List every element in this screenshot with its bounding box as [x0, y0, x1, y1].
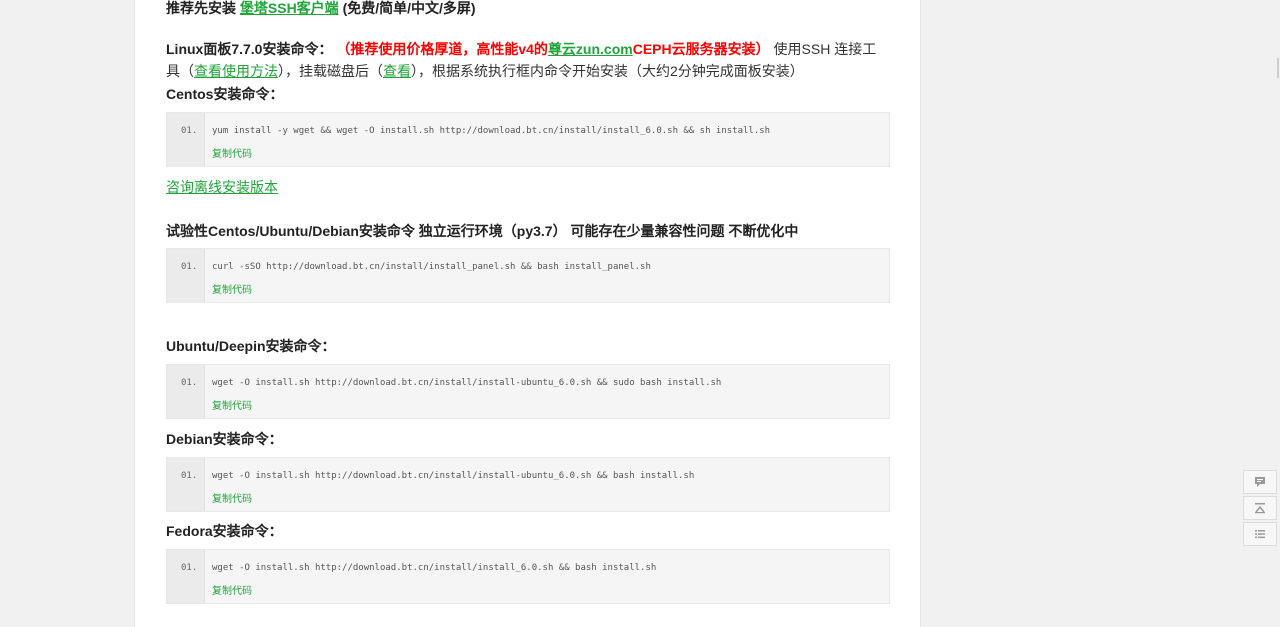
table-of-contents-button[interactable]	[1243, 522, 1277, 546]
command-text[interactable]: curl -sSO http://download.bt.cn/install/…	[212, 262, 651, 272]
code-block-fedora: 01. wget -O install.sh http://download.b…	[166, 549, 890, 604]
copy-code-button[interactable]: 复制代码	[212, 145, 252, 160]
section-title-debian: Debian安装命令：	[166, 431, 283, 447]
line-number: 01.	[181, 563, 198, 573]
command-text[interactable]: wget -O install.sh http://download.bt.cn…	[212, 563, 656, 573]
code-block-debian: 01. wget -O install.sh http://download.b…	[166, 457, 890, 512]
zun-com-link[interactable]: 尊云zun.com	[548, 41, 633, 57]
line-number: 01.	[181, 126, 198, 136]
line-gutter: 01.	[167, 550, 205, 603]
offline-install-link[interactable]: 咨询离线安装版本	[166, 177, 278, 197]
line-number: 01.	[181, 378, 198, 388]
copy-code-button[interactable]: 复制代码	[212, 281, 252, 296]
promo-text-after: CEPH云服务器安装）	[632, 41, 770, 57]
back-to-top-icon	[1255, 503, 1265, 514]
recommend-suffix: (免费/简单/中文/多屏)	[338, 0, 476, 16]
scroll-edge-marker	[1277, 58, 1279, 78]
section-title-fedora: Fedora安装命令：	[166, 523, 283, 539]
recommend-prefix: 推荐先安装	[166, 0, 240, 16]
code-block-ubuntu: 01. wget -O install.sh http://download.b…	[166, 364, 890, 419]
command-text[interactable]: yum install -y wget && wget -O install.s…	[212, 126, 770, 136]
list-icon	[1255, 530, 1265, 539]
command-text[interactable]: wget -O install.sh http://download.bt.cn…	[212, 471, 694, 481]
code-block-centos: 01. yum install -y wget && wget -O insta…	[166, 112, 890, 167]
section-title-ubuntu: Ubuntu/Deepin安装命令：	[166, 338, 336, 354]
promo-text-before: （推荐使用价格厚道，高性能v4的	[336, 41, 548, 57]
linux-title: Linux面板7.7.0安装命令：	[166, 41, 333, 57]
command-text[interactable]: wget -O install.sh http://download.bt.cn…	[212, 378, 721, 388]
copy-code-button[interactable]: 复制代码	[212, 397, 252, 412]
copy-code-button[interactable]: 复制代码	[212, 582, 252, 597]
linux-install-intro: Linux面板7.7.0安装命令： （推荐使用价格厚道，高性能v4的尊云zun.…	[166, 38, 890, 82]
desc-part2: ），挂载磁盘后（	[278, 63, 383, 79]
section-title-experimental: 试验性Centos/Ubuntu/Debian安装命令 独立运行环境（py3.7…	[166, 223, 799, 239]
ssh-client-recommendation: 推荐先安装 堡塔SSH客户端 (免费/简单/中文/多屏)	[166, 0, 476, 18]
copy-code-button[interactable]: 复制代码	[212, 490, 252, 505]
article-content: 推荐先安装 堡塔SSH客户端 (免费/简单/中文/多屏) Linux面板7.7.…	[134, 0, 921, 627]
line-gutter: 01.	[167, 113, 205, 166]
usage-method-link[interactable]: 查看使用方法	[194, 63, 278, 79]
code-block-experimental: 01. curl -sSO http://download.bt.cn/inst…	[166, 248, 890, 303]
comment-icon	[1255, 477, 1265, 487]
view-link[interactable]: 查看	[383, 63, 411, 79]
ssh-client-link[interactable]: 堡塔SSH客户端	[240, 0, 339, 16]
desc-part3: ），根据系统执行框内命令开始安装（大约2分钟完成面板安装）	[411, 63, 804, 79]
comment-button[interactable]	[1243, 470, 1277, 494]
line-gutter: 01.	[167, 249, 205, 302]
line-number: 01.	[181, 262, 198, 272]
line-number: 01.	[181, 471, 198, 481]
back-to-top-button[interactable]	[1243, 496, 1277, 520]
section-title-centos: Centos安装命令：	[166, 86, 284, 102]
line-gutter: 01.	[167, 458, 205, 511]
line-gutter: 01.	[167, 365, 205, 418]
